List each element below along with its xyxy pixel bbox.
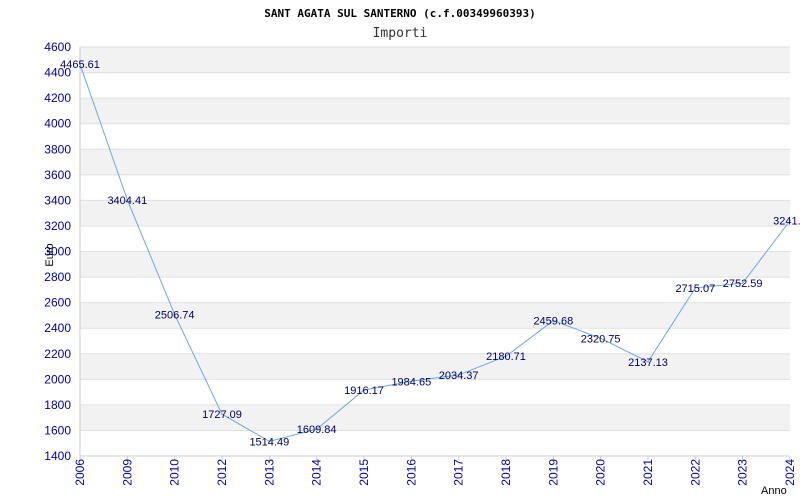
data-label: 3404.41 <box>107 195 147 207</box>
data-label: 1514.49 <box>249 436 289 448</box>
x-tick-label: 2023 <box>736 459 750 486</box>
grid-band <box>80 200 790 226</box>
data-label: 1916.17 <box>344 385 384 397</box>
x-tick-label: 2021 <box>641 459 655 486</box>
x-tick-label: 2015 <box>357 459 371 486</box>
x-tick-label: 2009 <box>120 459 134 486</box>
x-axis-label: Anno <box>761 485 787 497</box>
data-label: 2459.68 <box>533 316 573 328</box>
y-tick-label: 3200 <box>44 219 71 233</box>
data-label: 2180.71 <box>486 351 526 363</box>
x-tick-label: 2024 <box>783 459 797 486</box>
data-label: 1727.09 <box>202 409 242 421</box>
grid-band <box>80 404 790 431</box>
y-tick-label: 1400 <box>44 449 71 463</box>
grid-band <box>80 98 790 124</box>
y-tick-label: 1600 <box>44 423 71 437</box>
chart-subtitle: Importi <box>373 26 428 41</box>
y-tick-label: 2200 <box>44 347 71 361</box>
y-tick-label: 4000 <box>44 117 71 131</box>
data-label: 2752.59 <box>723 278 763 290</box>
grid-band <box>80 353 790 380</box>
x-tick-label: 2010 <box>168 459 182 486</box>
data-label: 2320.75 <box>581 333 621 345</box>
y-tick-label: 3400 <box>44 193 71 207</box>
data-label: 2715.07 <box>675 283 715 295</box>
chart-title: SANT AGATA SUL SANTERNO (c.f.00349960393… <box>264 7 536 20</box>
x-tick-label: 2014 <box>310 459 324 486</box>
data-label: 2506.74 <box>155 310 195 322</box>
y-tick-label: 3800 <box>44 142 71 156</box>
x-tick-label: 2020 <box>594 459 608 486</box>
y-axis-label: Euro <box>44 243 56 266</box>
data-label: 3241.5 <box>773 216 800 228</box>
y-tick-label: 4600 <box>44 40 71 54</box>
y-tick-label: 4200 <box>44 91 71 105</box>
grid-bands <box>80 46 790 457</box>
x-tick-label: 2019 <box>546 459 560 486</box>
x-tick-label: 2013 <box>262 459 276 486</box>
y-tick-label: 2600 <box>44 296 71 310</box>
data-label: 1984.65 <box>391 376 431 388</box>
x-tick-label: 2017 <box>452 459 466 486</box>
x-tick-label: 2022 <box>688 459 702 486</box>
x-tick-label: 2018 <box>499 459 513 486</box>
y-tick-label: 2400 <box>44 321 71 335</box>
grid-band <box>80 47 790 73</box>
data-label: 1609.84 <box>297 424 337 436</box>
y-tick-label: 2000 <box>44 372 71 386</box>
x-tick-label: 2012 <box>215 459 229 486</box>
y-tick-label: 1800 <box>44 398 71 412</box>
line-chart: 1400160018002000220024002600280030003200… <box>44 7 800 497</box>
data-label: 2137.13 <box>628 357 668 369</box>
y-tick-label: 2800 <box>44 270 71 284</box>
y-tick-label: 3600 <box>44 168 71 182</box>
x-tick-label: 2016 <box>404 459 418 486</box>
data-label: 4465.61 <box>60 59 100 71</box>
data-label: 2034.37 <box>439 370 479 382</box>
x-tick-label: 2006 <box>73 459 87 486</box>
grid-band <box>80 149 790 175</box>
x-axis: 2006 2009 2010 2012 2013 2014 2015 2016 2017 2018… <box>73 455 797 486</box>
grid-band <box>80 251 790 278</box>
